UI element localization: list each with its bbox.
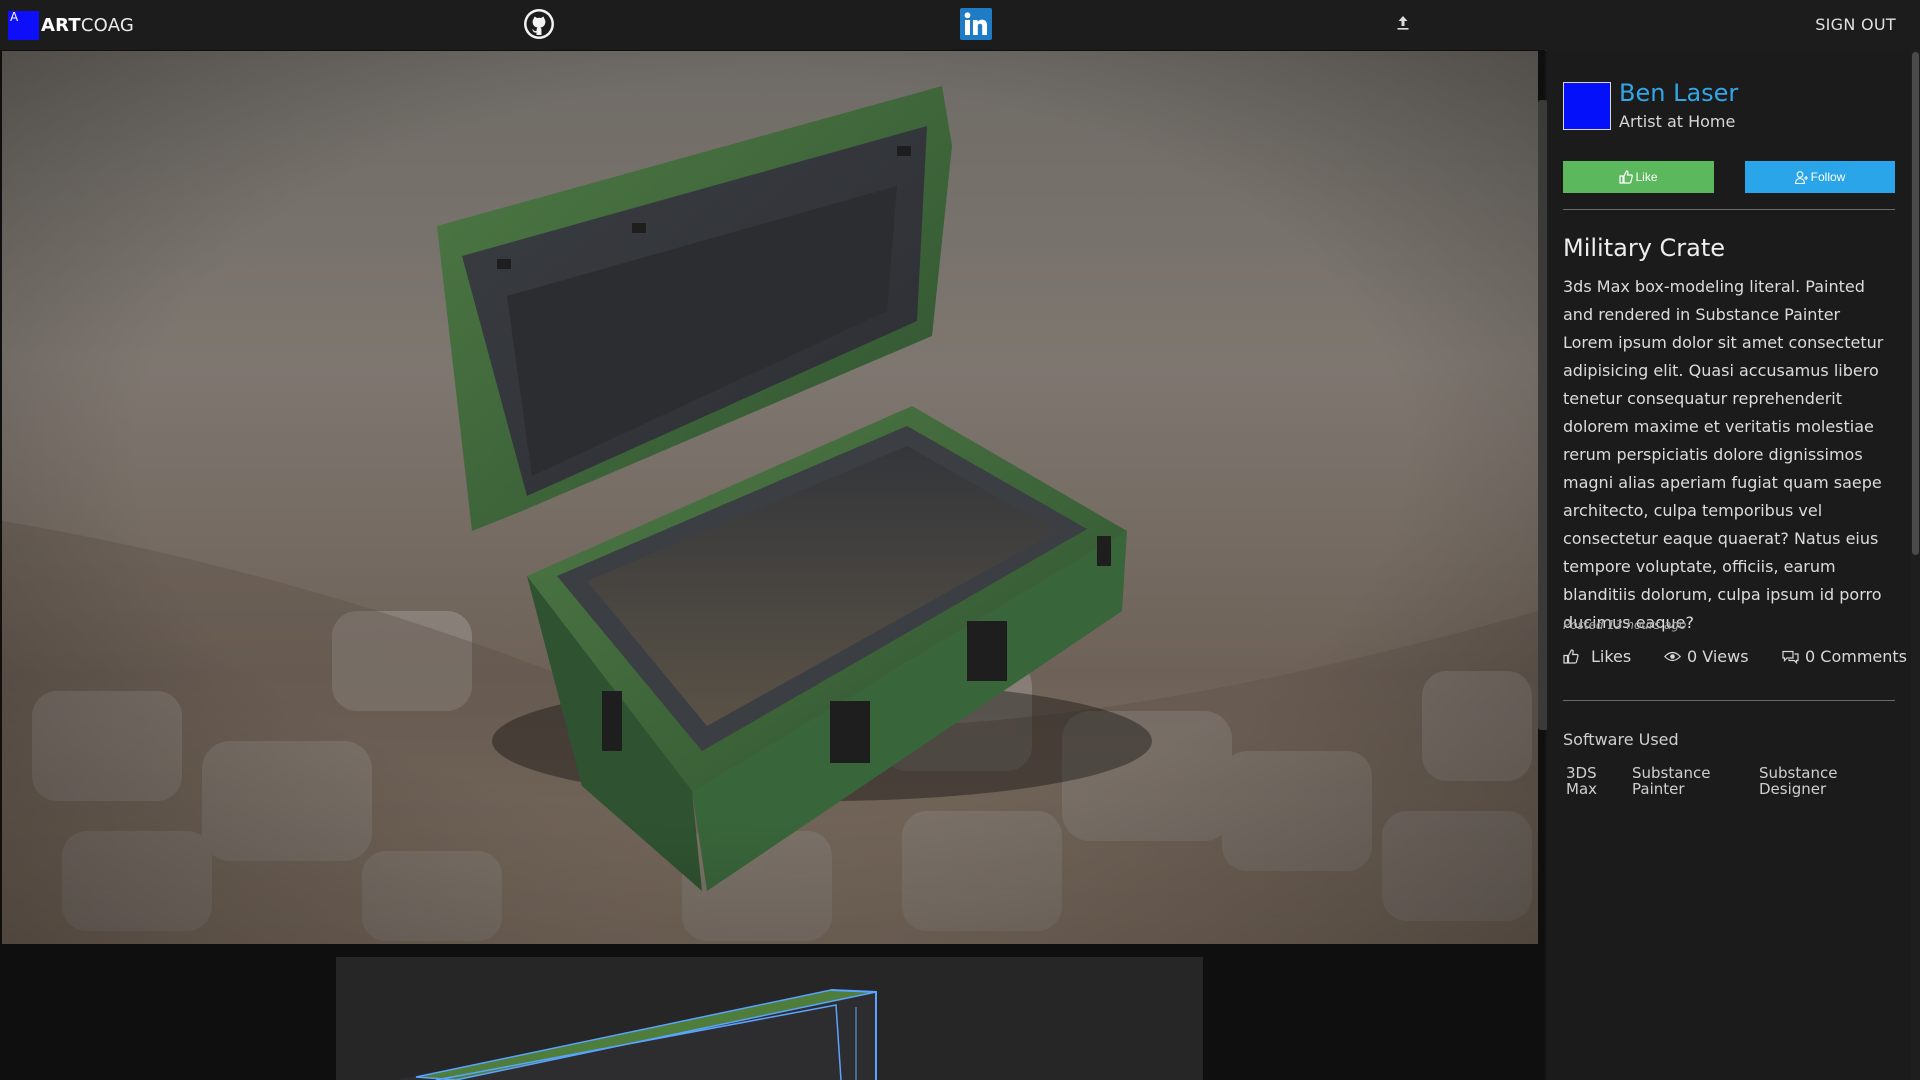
views-count: 0 Views [1664, 647, 1749, 666]
views-label: 0 Views [1687, 647, 1749, 666]
software-tag-line: Designer [1759, 780, 1827, 798]
follow-button-label: Follow [1810, 170, 1846, 184]
like-button[interactable]: Like [1563, 161, 1714, 193]
software-used-label: Software Used [1563, 730, 1679, 749]
likes-count[interactable]: Likes [1563, 647, 1631, 666]
software-tag-substance-designer[interactable]: Substance Designer [1759, 765, 1837, 797]
logo-text-bold: ART [41, 15, 81, 36]
logo-text: ARTCOAG [41, 15, 134, 36]
logo-image: A [8, 10, 39, 40]
sign-out-link[interactable]: SIGN OUT [1815, 15, 1896, 34]
software-tag-line: Substance [1759, 764, 1838, 782]
artwork-second-image[interactable] [336, 957, 1203, 1080]
thumbs-up-icon [1563, 649, 1579, 664]
sidebar-scrollbar[interactable] [1911, 50, 1920, 1080]
likes-label: Likes [1591, 647, 1632, 666]
site-logo[interactable]: A ARTCOAG [8, 10, 134, 40]
divider [1563, 700, 1895, 701]
artwork-title: Military Crate [1563, 234, 1726, 262]
thumbs-up-icon [1619, 170, 1634, 184]
author-avatar[interactable] [1563, 82, 1611, 130]
like-button-label: Like [1635, 170, 1658, 184]
software-tag-line: Substance [1632, 764, 1711, 782]
software-tag-3ds-max[interactable]: 3DS Max [1566, 765, 1597, 797]
posted-time: Posted 13 hours ago [1563, 618, 1687, 632]
military-crate-render [2, 51, 1538, 944]
divider [1563, 209, 1895, 210]
author-role: Artist at Home [1619, 112, 1736, 131]
logo-text-light: COAG [80, 15, 135, 36]
artwork-main-image[interactable] [2, 51, 1538, 944]
software-tag-substance-painter[interactable]: Substance Painter [1632, 765, 1710, 797]
top-navbar: A ARTCOAG SIGN OUT [0, 0, 1920, 51]
linkedin-icon[interactable] [960, 8, 992, 40]
add-user-icon [1794, 170, 1808, 184]
software-tag-line: 3DS [1566, 764, 1597, 782]
eye-icon [1664, 651, 1681, 662]
upload-icon[interactable] [1396, 15, 1410, 31]
logo-letter: A [10, 10, 19, 24]
software-tag-line: Painter [1632, 780, 1685, 798]
github-icon[interactable] [523, 8, 555, 40]
software-tag-line: Max [1566, 780, 1598, 798]
comments-count[interactable]: 0 Comments [1782, 647, 1907, 666]
artwork-viewer [0, 50, 1548, 1080]
artwork-sidebar: Ben Laser Artist at Home Like Follow Mil… [1547, 50, 1920, 1080]
comments-label: 0 Comments [1805, 647, 1907, 666]
author-name[interactable]: Ben Laser [1619, 79, 1738, 107]
sidebar-scrollbar-thumb[interactable] [1912, 52, 1919, 555]
artwork-description: 3ds Max box-modeling literal. Painted an… [1563, 277, 1884, 632]
follow-button[interactable]: Follow [1745, 161, 1895, 193]
comment-icon [1782, 650, 1799, 664]
wireframe-render [336, 957, 1203, 1080]
